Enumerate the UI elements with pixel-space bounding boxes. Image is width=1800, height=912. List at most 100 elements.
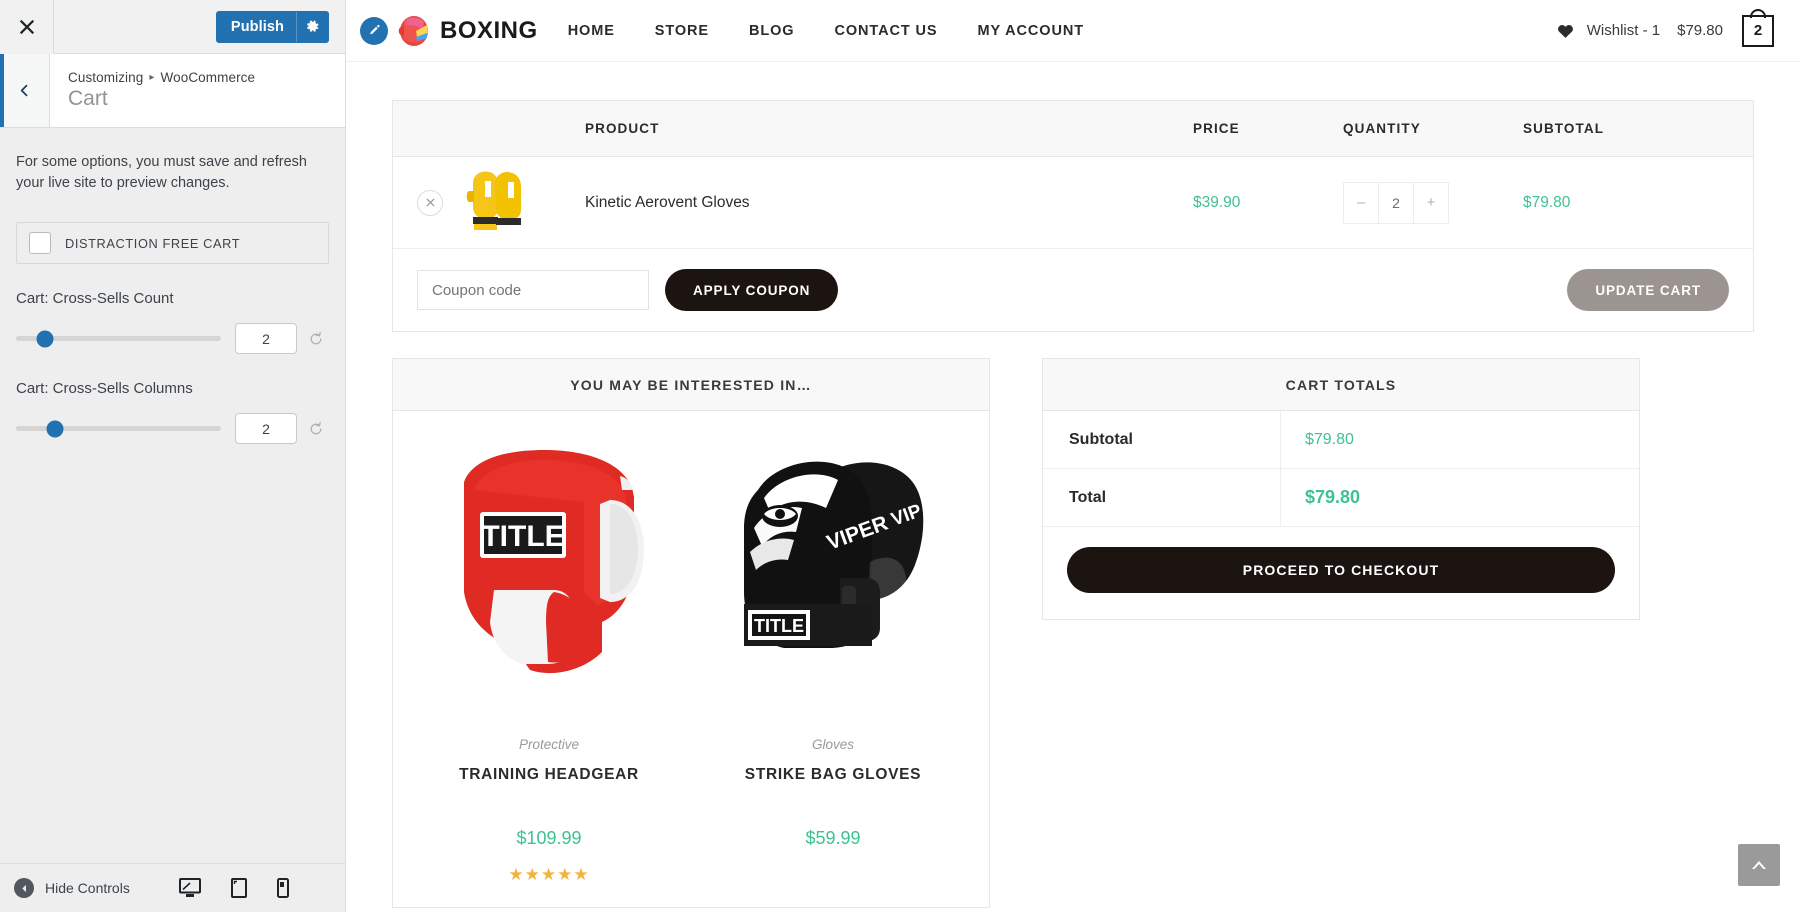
publish-button[interactable]: Publish: [215, 10, 329, 43]
cross-sells-count-row: 2: [16, 323, 329, 355]
product-thumbnail-cell: [465, 167, 575, 238]
coupon-input[interactable]: [417, 270, 649, 310]
panel-title: Cart: [68, 87, 108, 110]
distraction-free-cart-toggle[interactable]: DISTRACTION FREE CART: [16, 222, 329, 265]
edit-shortcut-button[interactable]: [360, 16, 388, 45]
checkbox-input[interactable]: [29, 232, 51, 255]
cart-bag-button[interactable]: 2: [1742, 8, 1774, 47]
chevron-up-icon: [1752, 861, 1766, 869]
cross-sells-columns-slider[interactable]: [16, 420, 221, 438]
cart-table-header: PRODUCT PRICE QUANTITY SUBTOTAL: [393, 101, 1753, 157]
product-name[interactable]: Kinetic Aerovent Gloves: [585, 194, 750, 211]
update-cart-button[interactable]: UPDATE CART: [1567, 269, 1729, 311]
hide-controls-label: Hide Controls: [45, 880, 130, 896]
cross-sells-count-label: Cart: Cross-Sells Count: [16, 290, 174, 308]
quantity-decrement-button[interactable]: –: [1344, 182, 1378, 223]
svg-text:TITLE: TITLE: [481, 520, 564, 553]
apply-coupon-button[interactable]: APPLY COUPON: [665, 269, 839, 311]
reset-icon: [310, 421, 322, 434]
close-customizer-button[interactable]: [0, 0, 54, 54]
device-tablet-button[interactable]: [229, 874, 249, 902]
site-preview: BOXING HOME STORE BLOG CONTACT US MY ACC…: [346, 0, 1800, 912]
product-category: Protective: [518, 737, 580, 752]
cross-sells-columns-field: Cart: Cross-Sells Columns 2: [16, 380, 329, 445]
customizer-sidebar: Publish Customizing ▸ WooCommerce Cart F…: [0, 0, 346, 912]
hide-controls-button[interactable]: Hide Controls: [14, 878, 130, 898]
black-viper-gloves-image[interactable]: VIPER VIP TITLE: [718, 442, 948, 712]
breadcrumb-root: Customizing: [68, 70, 144, 85]
product-image-wrap: VIPER VIP TITLE: [699, 433, 967, 721]
remove-item-button[interactable]: [417, 189, 443, 216]
cross-sells-count-input[interactable]: 2: [235, 323, 297, 355]
cart-page: PRODUCT PRICE QUANTITY SUBTOTAL Kinetic …: [346, 62, 1800, 912]
header-product: PRODUCT: [585, 121, 660, 136]
cross-sells-header: YOU MAY BE INTERESTED IN…: [393, 359, 989, 411]
back-button[interactable]: [0, 54, 50, 127]
cross-sell-card[interactable]: TITLE Protective TRAINING HEADGEAR $109.…: [407, 433, 691, 887]
product-price: $39.90: [1193, 193, 1241, 211]
checkout-button-wrap: PROCEED TO CHECKOUT: [1043, 527, 1639, 619]
product-subtotal-cell: $79.80: [1523, 194, 1753, 212]
nav-item-blog[interactable]: BLOG: [749, 23, 795, 39]
slider-thumb[interactable]: [36, 330, 54, 348]
product-title[interactable]: STRIKE BAG GLOVES: [699, 766, 967, 784]
wishlist-label[interactable]: Wishlist - 1: [1587, 22, 1660, 39]
red-title-headgear-image[interactable]: TITLE: [434, 442, 664, 712]
cart-totals-heading: CART TOTALS: [1285, 376, 1397, 393]
cart-table-card: PRODUCT PRICE QUANTITY SUBTOTAL Kinetic …: [392, 100, 1754, 332]
quantity-increment-button[interactable]: +: [1414, 182, 1448, 223]
cross-sells-count-slider[interactable]: [16, 330, 221, 348]
main-navigation: HOME STORE BLOG CONTACT US MY ACCOUNT: [568, 23, 1084, 39]
remove-cell: [393, 189, 465, 216]
total-value: $79.80: [1305, 487, 1361, 507]
nav-item-my-account[interactable]: MY ACCOUNT: [977, 23, 1083, 39]
publish-label: Publish: [230, 18, 284, 35]
product-category: Gloves: [811, 737, 855, 752]
cart-totals-header: CART TOTALS: [1043, 359, 1639, 411]
cross-sells-count-reset-button[interactable]: [303, 331, 329, 347]
boxing-glove-logo: [394, 13, 434, 49]
cross-sells-columns-row: 2: [16, 413, 329, 445]
device-preview-switcher: [177, 874, 331, 902]
cart-totals-panel: CART TOTALS Subtotal $79.80 Total $79.80: [1042, 358, 1640, 620]
header-subtotal: SUBTOTAL: [1523, 121, 1605, 136]
product-subtotal: $79.80: [1523, 193, 1571, 211]
breadcrumb-section: WooCommerce: [160, 70, 256, 85]
device-desktop-button[interactable]: [177, 874, 203, 902]
cart-count-badge: 2: [1753, 22, 1763, 39]
mobile-icon: [277, 878, 289, 898]
nav-item-store[interactable]: STORE: [655, 23, 709, 39]
product-title[interactable]: TRAINING HEADGEAR: [415, 766, 683, 784]
heart-icon[interactable]: [1557, 23, 1574, 39]
breadcrumb: Customizing ▸ WooCommerce: [68, 70, 255, 85]
cart-item-row: Kinetic Aerovent Gloves $39.90 – 2 + $79…: [393, 157, 1753, 249]
panel-titles: Customizing ▸ WooCommerce Cart: [50, 70, 255, 111]
cross-sell-card[interactable]: VIPER VIP TITLE Gloves STRIKE BAG GLOVES…: [691, 433, 975, 887]
coupon-row: APPLY COUPON UPDATE CART: [393, 249, 1753, 331]
slider-thumb[interactable]: [46, 420, 64, 438]
nav-item-home[interactable]: HOME: [568, 23, 615, 39]
checkbox-label: DISTRACTION FREE CART: [65, 235, 241, 251]
nav-item-contact-us[interactable]: CONTACT US: [835, 23, 938, 39]
totals-row-total: Total $79.80: [1043, 469, 1639, 527]
publish-settings-button[interactable]: [296, 11, 328, 42]
scroll-to-top-button[interactable]: [1738, 844, 1780, 886]
cross-sells-panel: YOU MAY BE INTERESTED IN… TITLE Protecti…: [392, 358, 990, 908]
yellow-boxing-gloves-image[interactable]: [465, 167, 525, 233]
cross-sells-count-field: Cart: Cross-Sells Count 2: [16, 290, 329, 355]
product-name-cell: Kinetic Aerovent Gloves: [575, 194, 1193, 212]
product-rating-stars: ★★★★★: [508, 865, 590, 884]
collapse-icon: [14, 878, 34, 898]
cross-sells-heading: YOU MAY BE INTERESTED IN…: [570, 376, 812, 393]
cart-lower-section: YOU MAY BE INTERESTED IN… TITLE Protecti…: [392, 358, 1754, 908]
quantity-input[interactable]: 2: [1378, 182, 1414, 223]
device-mobile-button[interactable]: [275, 874, 291, 902]
cross-sells-columns-reset-button[interactable]: [303, 421, 329, 437]
product-image-wrap: TITLE: [415, 433, 683, 721]
cross-sells-columns-input[interactable]: 2: [235, 413, 297, 445]
tablet-icon: [231, 878, 247, 898]
proceed-to-checkout-button[interactable]: PROCEED TO CHECKOUT: [1067, 547, 1615, 593]
header-utilities: Wishlist - 1 $79.80 2: [1557, 8, 1774, 47]
gear-icon: [307, 20, 319, 32]
customizer-controls: For some options, you must save and refr…: [0, 128, 345, 863]
